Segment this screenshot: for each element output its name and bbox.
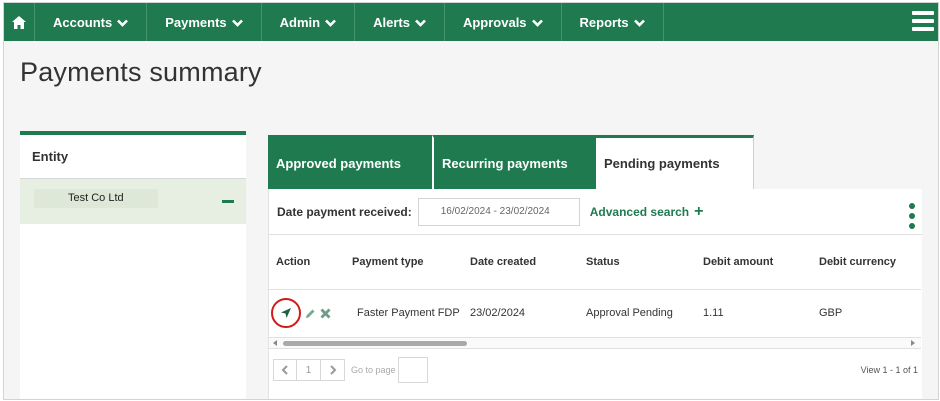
- entity-panel: Entity Test Co Ltd: [20, 131, 246, 399]
- nav-alerts[interactable]: Alerts: [354, 3, 444, 41]
- pending-payments-panel: Date payment received: Advanced search +…: [268, 189, 922, 399]
- filter-bar: Date payment received: Advanced search +: [269, 189, 922, 235]
- home-button[interactable]: [4, 3, 34, 41]
- nav-reports-label: Reports: [579, 14, 629, 30]
- date-created-cell: 23/02/2024: [470, 307, 526, 320]
- nav-alerts-label: Alerts: [373, 14, 410, 30]
- app-window: Accounts Payments Admin Alerts Approvals…: [3, 2, 939, 400]
- advanced-search-link[interactable]: Advanced search +: [589, 202, 704, 220]
- go-to-page-input[interactable]: [397, 357, 428, 383]
- tab-pending-payments[interactable]: Pending payments: [596, 135, 754, 189]
- tab-approved-payments[interactable]: Approved payments: [268, 135, 432, 189]
- table-header-row: Action Payment type Date created Status …: [269, 235, 921, 290]
- edit-button[interactable]: [305, 308, 316, 319]
- status-cell: Approval Pending: [586, 307, 673, 320]
- chevron-down-icon: [325, 15, 337, 30]
- chevron-down-icon: [633, 15, 645, 30]
- action-cell: [269, 289, 345, 337]
- column-header-date-created[interactable]: Date created: [463, 235, 579, 290]
- kebab-menu-icon[interactable]: [908, 203, 916, 229]
- delete-button[interactable]: [320, 308, 331, 319]
- debit-amount-cell: 1.11: [703, 307, 724, 320]
- payment-tabs: Approved payments Recurring payments Pen…: [268, 135, 754, 189]
- advanced-search-label: Advanced search: [589, 204, 690, 219]
- delete-icon: [320, 308, 331, 319]
- chevron-down-icon: [415, 15, 426, 30]
- nav-accounts[interactable]: Accounts: [34, 3, 146, 41]
- nav-accounts-label: Accounts: [53, 14, 113, 30]
- send-icon: [281, 308, 291, 319]
- nav-approvals[interactable]: Approvals: [443, 3, 561, 41]
- pagination: 1 Go to page: [273, 357, 428, 383]
- plus-icon: +: [694, 202, 704, 220]
- nav-payments[interactable]: Payments: [146, 3, 260, 41]
- nav-payments-label: Payments: [165, 14, 227, 30]
- scroll-left-icon[interactable]: [273, 340, 277, 346]
- nav-reports[interactable]: Reports: [560, 3, 664, 41]
- column-header-debit-amount[interactable]: Debit amount: [696, 235, 812, 290]
- go-to-page-label: Go to page: [351, 365, 396, 375]
- page-title: Payments summary: [20, 57, 262, 87]
- view-count: View 1 - 1 of 1: [860, 365, 918, 375]
- next-page-button[interactable]: [321, 359, 345, 381]
- scrollbar-thumb[interactable]: [283, 341, 467, 346]
- chevron-left-icon: [281, 365, 288, 375]
- tab-recurring-payments[interactable]: Recurring payments: [432, 135, 596, 189]
- chevron-down-icon: [531, 15, 543, 30]
- chevron-right-icon: [329, 365, 336, 375]
- entity-row[interactable]: Test Co Ltd: [20, 179, 246, 224]
- entity-header: Entity: [20, 135, 246, 179]
- scroll-right-icon[interactable]: [911, 340, 915, 346]
- send-button[interactable]: [271, 298, 301, 329]
- entity-name: Test Co Ltd: [34, 189, 158, 208]
- date-filter-label: Date payment received:: [277, 204, 412, 219]
- nav-admin[interactable]: Admin: [260, 3, 354, 41]
- column-header-payment-type[interactable]: Payment type: [345, 235, 463, 290]
- payments-table: Action Payment type Date created Status …: [269, 235, 921, 337]
- hamburger-menu-icon[interactable]: [912, 11, 934, 31]
- chevron-down-icon: [117, 15, 129, 30]
- date-range-input[interactable]: [417, 197, 580, 226]
- current-page-number[interactable]: 1: [297, 359, 321, 381]
- horizontal-scrollbar[interactable]: [269, 337, 921, 349]
- nav-admin-label: Admin: [279, 14, 321, 30]
- minus-icon[interactable]: [222, 200, 234, 203]
- chevron-down-icon: [231, 15, 243, 30]
- column-header-debit-currency[interactable]: Debit currency: [812, 235, 921, 290]
- debit-currency-cell: GBP: [819, 307, 843, 320]
- column-header-action[interactable]: Action: [269, 235, 345, 290]
- edit-icon: [306, 309, 315, 318]
- payment-type-cell: Faster Payment FDP: [357, 307, 460, 320]
- table-row: Faster Payment FDP 23/02/2024 Approval P…: [269, 289, 921, 337]
- top-navigation-bar: Accounts Payments Admin Alerts Approvals…: [4, 3, 938, 41]
- nav-approvals-label: Approvals: [462, 14, 527, 30]
- home-icon: [12, 15, 26, 29]
- column-header-status[interactable]: Status: [579, 235, 696, 290]
- previous-page-button[interactable]: [273, 359, 297, 381]
